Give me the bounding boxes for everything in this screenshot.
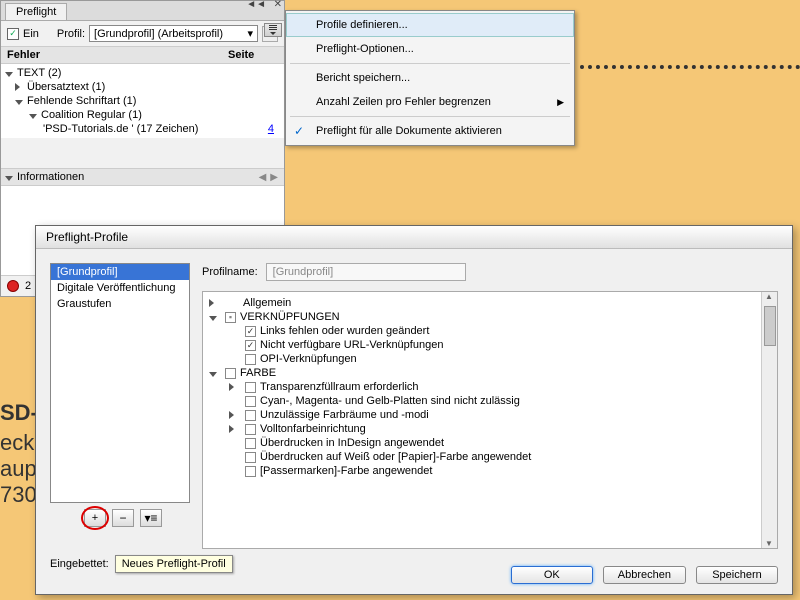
setting-row[interactable]: Volltonfarbeinrichtung — [203, 422, 777, 436]
setting-row[interactable]: Transparenzfüllraum erforderlich — [203, 380, 777, 394]
dotted-line — [580, 65, 800, 69]
row-ein: ✓ Ein Profil: [Grundprofil] (Arbeitsprof… — [1, 21, 284, 46]
menu-enable-all-docs[interactable]: ✓Preflight für alle Dokumente aktivieren — [286, 119, 574, 143]
profil-value: [Grundprofil] (Arbeitsprofil) — [94, 28, 223, 40]
scrollbar[interactable] — [761, 292, 777, 548]
setting-row[interactable]: Links fehlen oder wurden geändert — [203, 324, 777, 338]
checkbox[interactable] — [225, 368, 236, 379]
profile-item[interactable]: Graustufen — [51, 296, 189, 312]
menu-define-profiles[interactable]: Profile definieren... — [286, 13, 574, 37]
scroll-thumb[interactable] — [764, 306, 776, 346]
setting-row[interactable]: Überdrucken auf Weiß oder [Papier]-Farbe… — [203, 450, 777, 464]
add-profile-button[interactable]: + — [84, 509, 106, 527]
error-tree: TEXT (2) Übersatztext (1) Fehlende Schri… — [1, 64, 284, 138]
profil-dropdown[interactable]: [Grundprofil] (Arbeitsprofil) ▾ — [89, 25, 258, 42]
setting-row[interactable]: FARBE — [203, 366, 777, 380]
panel-close-icon[interactable]: ✕ — [274, 0, 282, 10]
checkbox[interactable]: ▪ — [225, 312, 236, 323]
tree-row[interactable]: 'PSD-Tutorials.de ' (17 Zeichen)4 — [1, 122, 284, 136]
setting-row[interactable]: Unzulässige Farbräume und -modi — [203, 408, 777, 422]
dialog-title: Preflight-Profile — [36, 226, 792, 249]
setting-row[interactable]: Überdrucken in InDesign angewendet — [203, 436, 777, 450]
setting-row[interactable]: Cyan-, Magenta- und Gelb-Platten sind ni… — [203, 394, 777, 408]
check-icon: ✓ — [294, 124, 304, 138]
tab-preflight[interactable]: Preflight — [5, 3, 67, 20]
page-link[interactable]: 4 — [240, 123, 280, 135]
panel-context-menu: Profile definieren... Preflight-Optionen… — [285, 10, 575, 146]
profilname-input[interactable]: [Grundprofil] — [266, 263, 466, 281]
checkbox[interactable] — [245, 466, 256, 477]
menu-save-report[interactable]: Bericht speichern... — [286, 66, 574, 90]
checkbox[interactable] — [245, 396, 256, 407]
checkbox[interactable] — [245, 382, 256, 393]
setting-row[interactable]: Allgemein — [203, 296, 777, 310]
ein-label: Ein — [23, 28, 39, 40]
profilname-label: Profilname: — [202, 266, 258, 278]
error-header: Fehler Seite — [1, 46, 284, 64]
tree-row[interactable]: Fehlende Schriftart (1) — [1, 94, 284, 108]
checkbox[interactable] — [245, 340, 256, 351]
submenu-arrow-icon: ▶ — [557, 97, 564, 108]
profile-toolstrip: + − ▾≡ — [50, 509, 190, 527]
tree-row[interactable]: Coalition Regular (1) — [1, 108, 284, 122]
panel-menu-button[interactable] — [264, 23, 282, 37]
setting-row[interactable]: Nicht verfügbare URL-Verknüpfungen — [203, 338, 777, 352]
menu-preflight-options[interactable]: Preflight-Optionen... — [286, 37, 574, 61]
ok-button[interactable]: OK — [511, 566, 593, 584]
settings-tree: Allgemein ▪VERKNÜPFUNGEN Links fehlen od… — [202, 291, 778, 549]
checkbox[interactable] — [245, 438, 256, 449]
panel-min-icon[interactable]: ◄◄ — [246, 0, 266, 10]
save-button[interactable]: Speichern — [696, 566, 778, 584]
preflight-profile-dialog: Preflight-Profile [Grundprofil] Digitale… — [35, 225, 793, 595]
highlight-circle — [81, 506, 109, 530]
error-dot-icon — [7, 280, 19, 292]
info-header[interactable]: Informationen ◀ ▶ — [1, 168, 284, 185]
nav-next-icon[interactable]: ▶ — [268, 172, 280, 183]
profile-item[interactable]: [Grundprofil] — [51, 264, 189, 280]
checkbox[interactable] — [245, 354, 256, 365]
cancel-button[interactable]: Abbrechen — [603, 566, 686, 584]
panel-tab-bar: ◄◄ ✕ Preflight — [1, 1, 284, 21]
embed-label: Eingebettet: — [50, 558, 109, 570]
menu-limit-rows[interactable]: Anzahl Zeilen pro Fehler begrenzen▶ — [286, 90, 574, 114]
profile-list[interactable]: [Grundprofil] Digitale Veröffentlichung … — [50, 263, 190, 503]
tree-row[interactable]: Übersatztext (1) — [1, 80, 284, 94]
profile-menu-button[interactable]: ▾≡ — [140, 509, 162, 527]
menu-separator — [290, 116, 570, 117]
checkbox[interactable] — [245, 326, 256, 337]
dialog-buttons: OK Abbrechen Speichern — [511, 566, 778, 584]
ein-checkbox[interactable]: ✓ — [7, 28, 19, 40]
setting-row[interactable]: ▪VERKNÜPFUNGEN — [203, 310, 777, 324]
checkbox[interactable] — [245, 424, 256, 435]
menu-separator — [290, 63, 570, 64]
tree-row[interactable]: TEXT (2) — [1, 66, 284, 80]
col-seite: Seite — [228, 49, 278, 61]
col-fehler: Fehler — [7, 49, 228, 61]
profil-label: Profil: — [57, 28, 85, 40]
setting-row[interactable]: OPI-Verknüpfungen — [203, 352, 777, 366]
chevron-down-icon: ▾ — [247, 27, 253, 40]
checkbox[interactable] — [245, 452, 256, 463]
nav-prev-icon[interactable]: ◀ — [257, 172, 269, 183]
setting-row[interactable]: [Passermarken]-Farbe angewendet — [203, 464, 777, 478]
tooltip: Neues Preflight-Profil — [115, 555, 233, 573]
info-label: Informationen — [17, 171, 84, 183]
delete-profile-button[interactable]: − — [112, 509, 134, 527]
checkbox[interactable] — [245, 410, 256, 421]
profile-item[interactable]: Digitale Veröffentlichung — [51, 280, 189, 296]
